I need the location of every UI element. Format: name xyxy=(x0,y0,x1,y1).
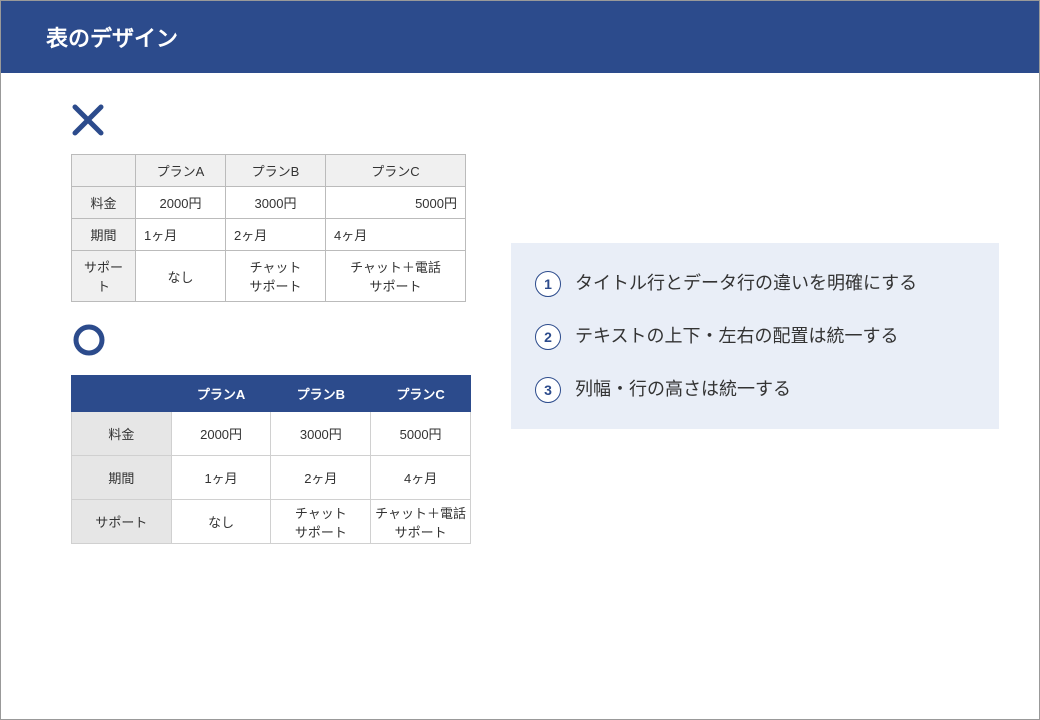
page-title: 表のデザイン xyxy=(46,26,178,51)
tip-number-badge: 3 xyxy=(535,377,561,403)
table-header: プランB xyxy=(226,155,326,187)
table-cell: 4ヶ月 xyxy=(371,456,471,500)
table-cell: 2000円 xyxy=(171,412,271,456)
good-table: プランA プランB プランC 料金 2000円 3000円 5000円 期間 1… xyxy=(71,375,471,544)
table-cell: 5000円 xyxy=(326,187,466,219)
table-header xyxy=(72,376,172,412)
table-cell: なし xyxy=(171,500,271,544)
tip-number-badge: 1 xyxy=(535,271,561,297)
table-cell: 1ヶ月 xyxy=(171,456,271,500)
table-header: プランB xyxy=(271,376,371,412)
row-header: サポート xyxy=(72,500,172,544)
page-header: 表のデザイン xyxy=(1,1,1039,73)
tip-text: タイトル行とデータ行の違いを明確にする xyxy=(575,269,917,298)
row-header: 料金 xyxy=(72,412,172,456)
row-header: 料金 xyxy=(72,187,136,219)
tips-panel: 1 タイトル行とデータ行の違いを明確にする 2 テキストの上下・左右の配置は統一… xyxy=(511,243,999,429)
tip-item: 1 タイトル行とデータ行の違いを明確にする xyxy=(535,269,973,298)
tip-number-badge: 2 xyxy=(535,324,561,350)
content-area: プランA プランB プランC 料金 2000円 3000円 5000円 期間 1… xyxy=(1,73,1039,564)
tip-text: テキストの上下・左右の配置は統一する xyxy=(575,322,898,351)
table-cell: 4ヶ月 xyxy=(326,219,466,251)
table-cell: 1ヶ月 xyxy=(136,219,226,251)
tips-column: 1 タイトル行とデータ行の違いを明確にする 2 テキストの上下・左右の配置は統一… xyxy=(511,103,999,564)
table-cell: チャット＋電話 サポート xyxy=(371,500,471,544)
tip-item: 3 列幅・行の高さは統一する xyxy=(535,375,973,404)
examples-column: プランA プランB プランC 料金 2000円 3000円 5000円 期間 1… xyxy=(41,103,481,564)
table-cell: 2ヶ月 xyxy=(271,456,371,500)
table-header: プランA xyxy=(136,155,226,187)
row-header: 期間 xyxy=(72,456,172,500)
table-cell: 5000円 xyxy=(371,412,471,456)
table-header: プランC xyxy=(371,376,471,412)
row-header: 期間 xyxy=(72,219,136,251)
table-cell: 3000円 xyxy=(226,187,326,219)
table-cell: チャット サポート xyxy=(226,251,326,302)
table-cell: チャット＋電話 サポート xyxy=(326,251,466,302)
good-example-section: プランA プランB プランC 料金 2000円 3000円 5000円 期間 1… xyxy=(41,322,481,544)
table-header xyxy=(72,155,136,187)
table-cell: 3000円 xyxy=(271,412,371,456)
circle-icon xyxy=(71,322,481,363)
row-header: サポート xyxy=(72,251,136,302)
tip-text: 列幅・行の高さは統一する xyxy=(575,375,791,404)
cross-icon xyxy=(71,103,481,142)
table-cell: チャット サポート xyxy=(271,500,371,544)
table-header: プランA xyxy=(171,376,271,412)
bad-example-section: プランA プランB プランC 料金 2000円 3000円 5000円 期間 1… xyxy=(41,103,481,302)
table-header: プランC xyxy=(326,155,466,187)
table-cell: なし xyxy=(136,251,226,302)
bad-table: プランA プランB プランC 料金 2000円 3000円 5000円 期間 1… xyxy=(71,154,466,302)
table-cell: 2ヶ月 xyxy=(226,219,326,251)
table-cell: 2000円 xyxy=(136,187,226,219)
tip-item: 2 テキストの上下・左右の配置は統一する xyxy=(535,322,973,351)
